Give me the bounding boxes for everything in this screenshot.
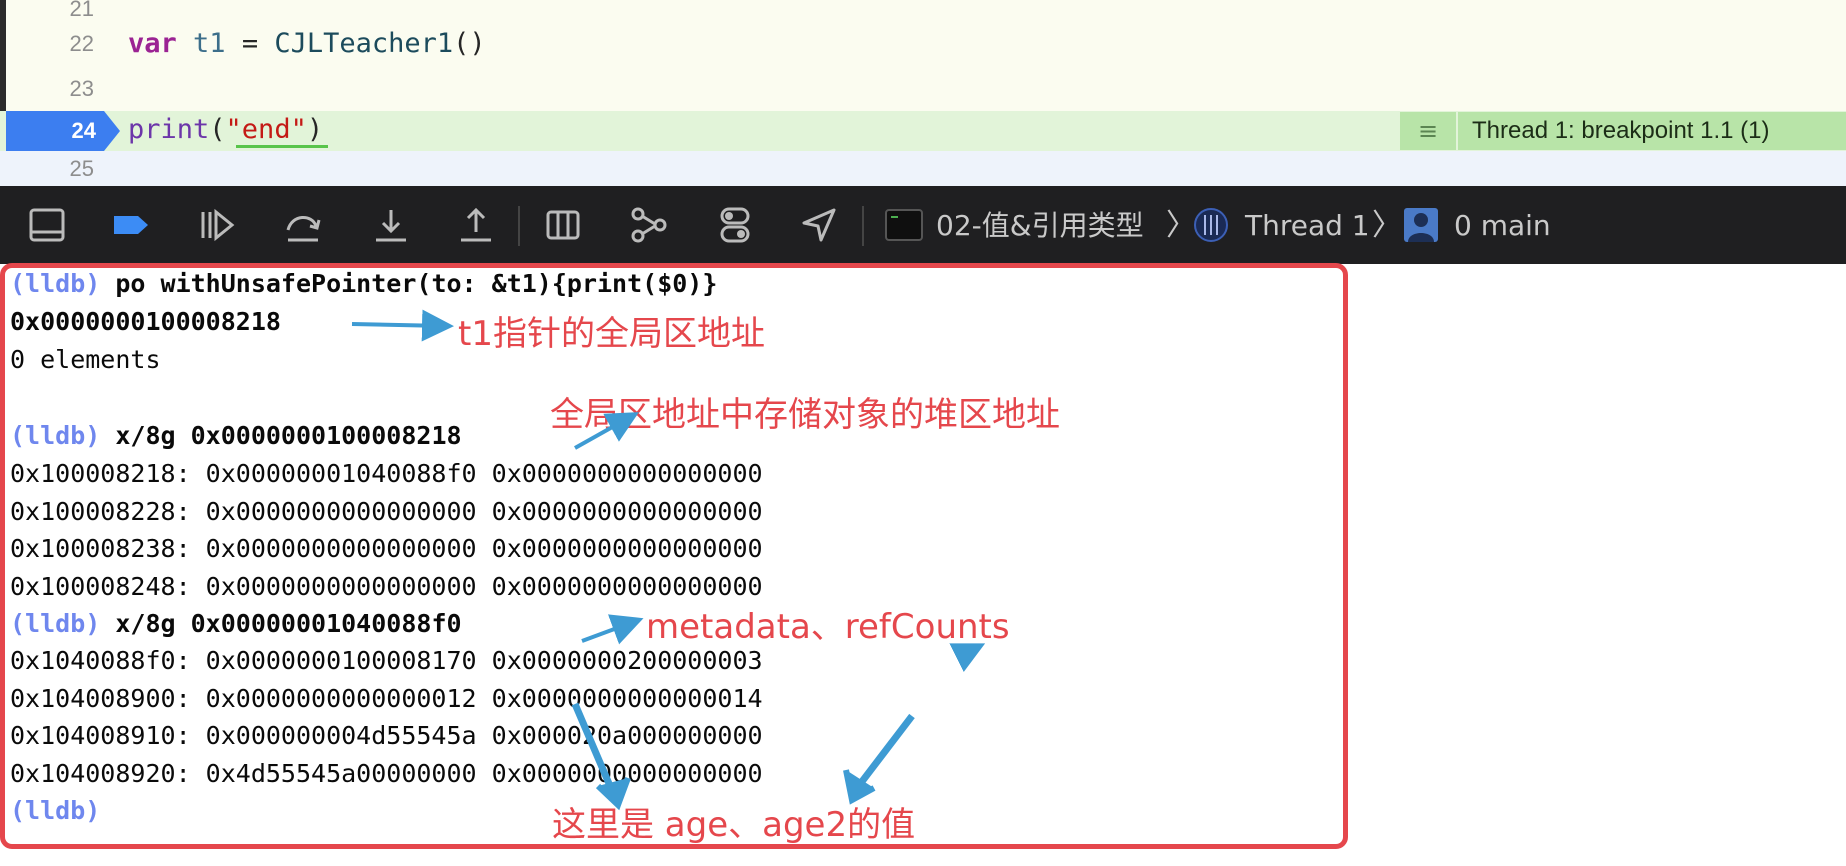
line-number-current: 24 xyxy=(71,118,96,143)
arrow-icon xyxy=(351,309,454,342)
arrow-icon xyxy=(851,713,915,795)
arrow-icon xyxy=(949,643,986,673)
annotation-arrows xyxy=(351,309,986,811)
arrow-icon xyxy=(574,412,639,450)
arrow-icon xyxy=(581,614,644,645)
arrow-icon xyxy=(595,776,631,811)
